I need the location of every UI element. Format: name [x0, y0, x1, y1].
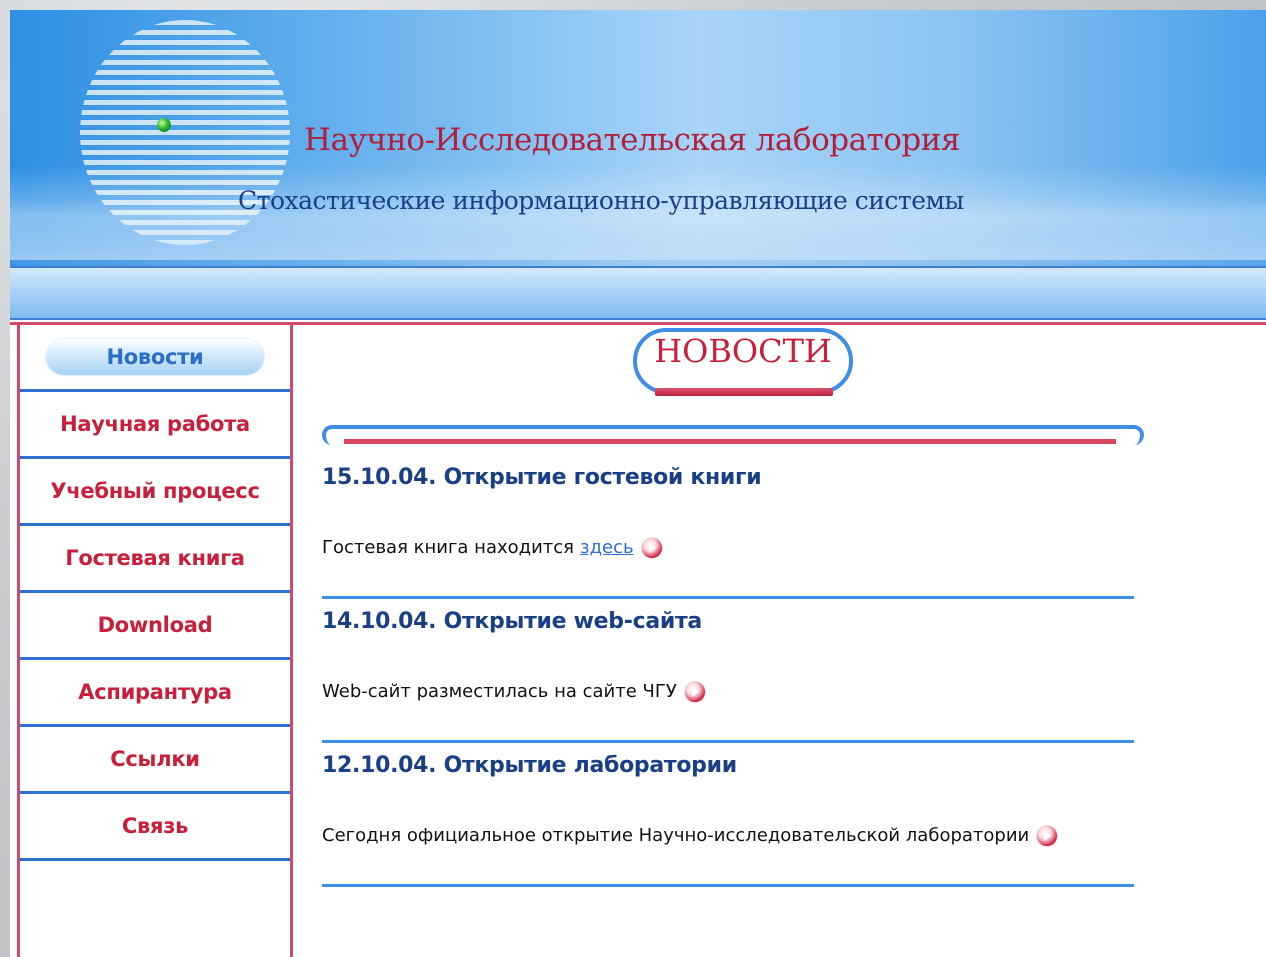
site-title: Научно-Исследовательская лаборатория: [304, 122, 960, 158]
header-subbar: [10, 268, 1266, 320]
section-divider: [322, 425, 1144, 451]
news-body: Гостевая книга находится здесь: [322, 537, 662, 558]
news-item: 12.10.04. Открытие лаборатории Сегодня о…: [322, 743, 1134, 887]
arrow-bullet-icon[interactable]: [641, 537, 662, 558]
arrow-bullet-icon[interactable]: [1037, 825, 1058, 846]
news-body: Сегодня официальное открытие Научно-иссл…: [322, 825, 1058, 846]
sidebar-item-research[interactable]: Научная работа: [20, 392, 290, 459]
sidebar-item-label: Гостевая книга: [65, 546, 245, 570]
sidebar-item-links[interactable]: Ссылки: [20, 727, 290, 794]
section-title-badge: НОВОСТИ: [633, 328, 853, 398]
news-text: Сегодня официальное открытие Научно-иссл…: [322, 825, 1030, 846]
sidebar-item-contact[interactable]: Связь: [20, 794, 290, 861]
subbar-divider: [10, 318, 1266, 320]
sidebar-item-label: Учебный процесс: [50, 479, 260, 503]
site-subtitle: Стохастические информационно-управляющие…: [238, 186, 964, 215]
sidebar-item-guestbook[interactable]: Гостевая книга: [20, 526, 290, 593]
section-title: НОВОСТИ: [654, 332, 832, 370]
sidebar-item-news[interactable]: Новости: [20, 325, 290, 392]
header-banner: Научно-Исследовательская лаборатория Сто…: [10, 10, 1266, 268]
news-title: 14.10.04. Открытие web-сайта: [322, 609, 702, 634]
news-title: 15.10.04. Открытие гостевой книги: [322, 465, 762, 490]
sidebar-item-education[interactable]: Учебный процесс: [20, 459, 290, 526]
sidebar-item-label: Ссылки: [110, 747, 200, 771]
guestbook-link[interactable]: здесь: [580, 537, 634, 558]
news-text: Гостевая книга находится: [322, 537, 574, 558]
green-dot-icon: [157, 118, 171, 132]
sidebar-item-label: Научная работа: [60, 412, 250, 436]
web-page: Научно-Исследовательская лаборатория Сто…: [10, 10, 1266, 957]
sidebar-nav: Новости Научная работа Учебный процесс Г…: [17, 325, 293, 957]
sidebar-item-label: Новости: [46, 339, 264, 375]
news-title: 12.10.04. Открытие лаборатории: [322, 753, 737, 778]
news-item: 15.10.04. Открытие гостевой книги Гостев…: [322, 455, 1134, 599]
news-text: Web-сайт разместилась на сайте ЧГУ: [322, 681, 677, 702]
arrow-bullet-icon[interactable]: [684, 681, 705, 702]
sidebar-item-label: Download: [97, 613, 213, 637]
badge-underline: [655, 388, 833, 396]
sidebar-item-postgraduate[interactable]: Аспирантура: [20, 660, 290, 727]
news-item: 14.10.04. Открытие web-сайта Web-сайт ра…: [322, 599, 1134, 743]
divider-red-line: [344, 439, 1116, 444]
news-list: 15.10.04. Открытие гостевой книги Гостев…: [322, 455, 1134, 887]
sidebar-item-label: Аспирантура: [78, 680, 232, 704]
sidebar-item-label: Связь: [121, 814, 189, 838]
sidebar-item-download[interactable]: Download: [20, 593, 290, 660]
main-content: НОВОСТИ 15.10.04. Открытие гостевой книг…: [290, 325, 1266, 957]
news-body: Web-сайт разместилась на сайте ЧГУ: [322, 681, 705, 702]
